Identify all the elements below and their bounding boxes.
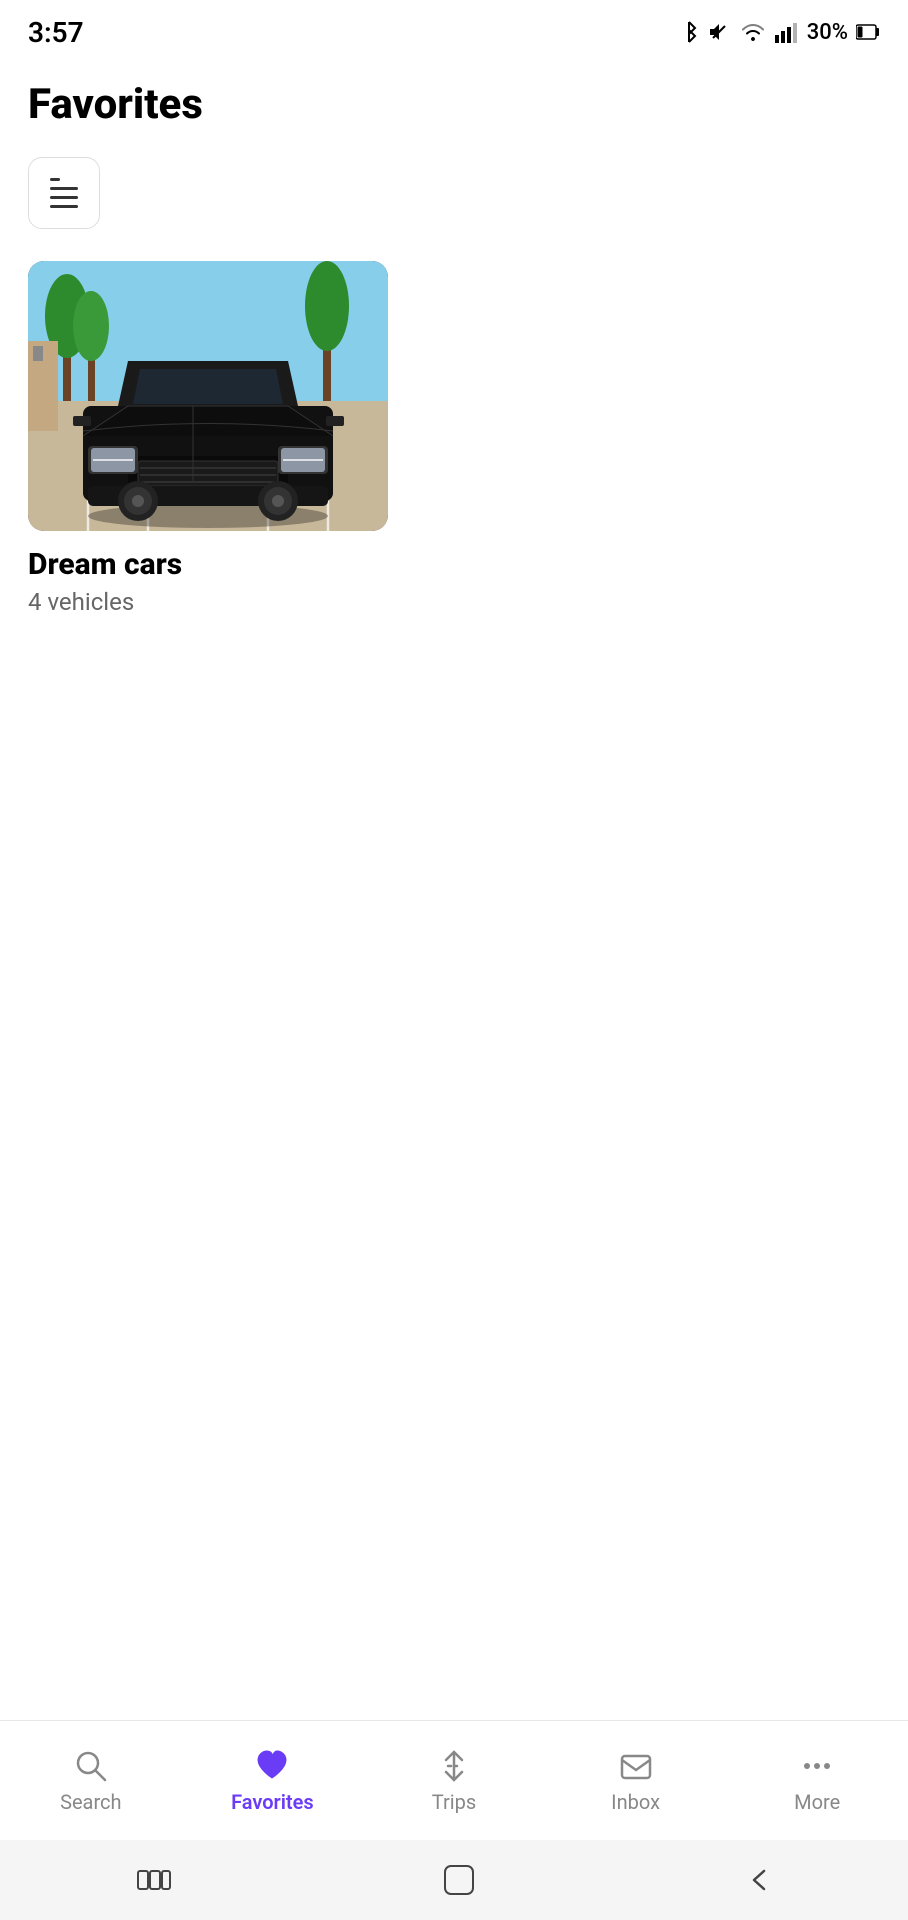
battery-icon: [856, 23, 880, 41]
main-content: Favorites: [0, 60, 908, 616]
recent-apps-icon: [136, 1867, 172, 1893]
collection-image: [28, 261, 388, 531]
list-view-icon: [50, 178, 78, 208]
status-icons: 30%: [679, 20, 880, 45]
status-time: 3:57: [28, 16, 84, 49]
favorites-nav-icon: [254, 1748, 290, 1784]
search-nav-icon: [73, 1748, 109, 1784]
nav-label-inbox: Inbox: [611, 1790, 660, 1814]
bottom-nav: Search Favorites Trips Inbox More: [0, 1720, 908, 1840]
page-title: Favorites: [28, 80, 880, 129]
system-recent-button[interactable]: [136, 1867, 172, 1893]
status-bar: 3:57 30%: [0, 0, 908, 60]
bluetooth-icon: [679, 20, 699, 44]
inbox-nav-icon: [618, 1748, 654, 1784]
nav-label-favorites: Favorites: [231, 1790, 314, 1814]
trips-nav-icon: [436, 1748, 472, 1784]
mute-icon: [707, 20, 731, 44]
system-nav: [0, 1840, 908, 1920]
nav-item-trips[interactable]: Trips: [363, 1748, 545, 1814]
more-nav-icon: [799, 1748, 835, 1784]
collection-info: Dream cars 4 vehicles: [28, 547, 388, 616]
back-icon: [746, 1867, 772, 1893]
nav-item-favorites[interactable]: Favorites: [182, 1748, 364, 1814]
signal-icon: [775, 21, 799, 43]
nav-item-search[interactable]: Search: [0, 1748, 182, 1814]
system-home-button[interactable]: [443, 1864, 475, 1896]
collection-title: Dream cars: [28, 547, 388, 582]
collection-card[interactable]: Dream cars 4 vehicles: [28, 261, 388, 616]
nav-item-inbox[interactable]: Inbox: [545, 1748, 727, 1814]
system-back-button[interactable]: [746, 1867, 772, 1893]
nav-label-search: Search: [60, 1790, 121, 1814]
battery-text: 30%: [807, 20, 848, 45]
view-toggle-button[interactable]: [28, 157, 100, 229]
nav-item-more[interactable]: More: [726, 1748, 908, 1814]
wifi-icon: [739, 21, 767, 43]
nav-label-more: More: [794, 1790, 840, 1814]
car-image-svg: [28, 261, 388, 531]
nav-label-trips: Trips: [432, 1790, 476, 1814]
home-icon: [443, 1864, 475, 1896]
collection-vehicle-count: 4 vehicles: [28, 588, 388, 616]
